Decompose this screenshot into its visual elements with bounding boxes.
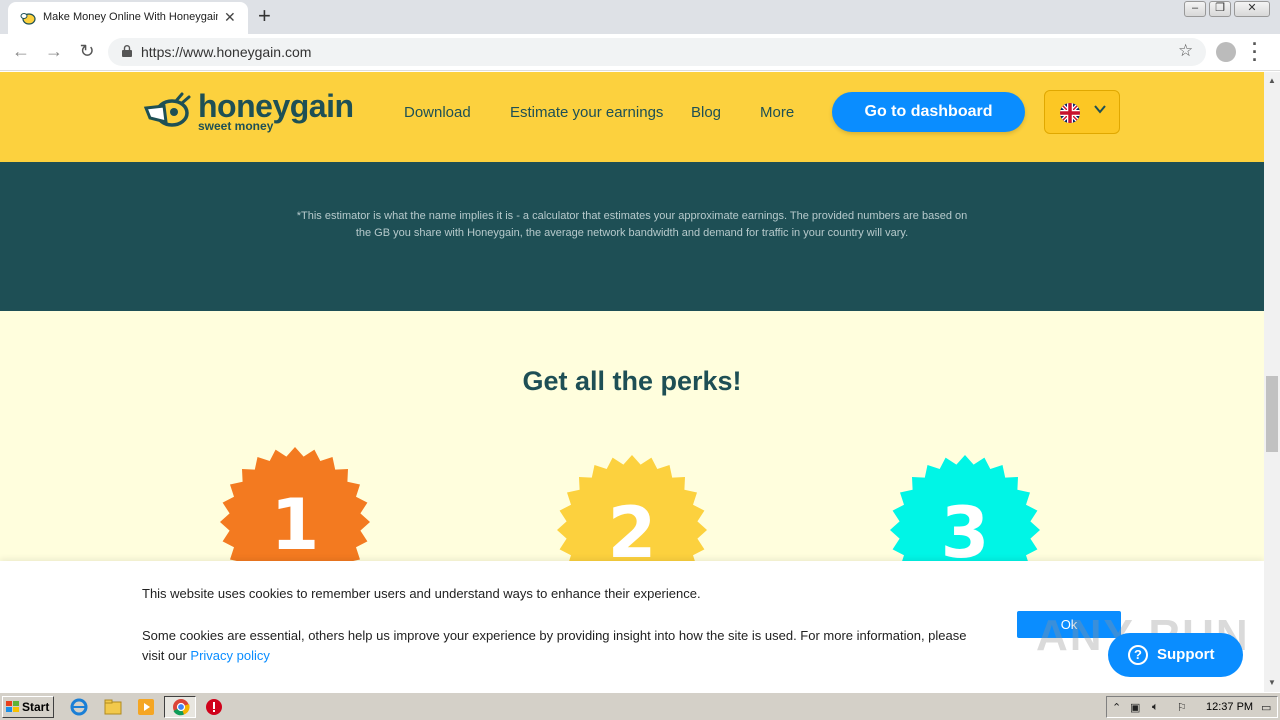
scroll-up-arrow-icon[interactable]: ▲ [1268,76,1276,85]
uk-flag-icon [1060,103,1080,123]
support-label: Support [1157,646,1215,663]
scroll-thumb[interactable] [1266,376,1278,452]
page-viewport: honeygain sweet money Download Estimate … [0,72,1264,692]
cookie-text-details: Some cookies are essential, others help … [142,626,972,666]
scroll-down-arrow-icon[interactable]: ▼ [1268,678,1276,687]
url-text: https://www.honeygain.com [141,44,312,60]
profile-avatar-icon[interactable] [1216,42,1236,62]
start-label: Start [22,700,50,714]
forward-arrow-icon[interactable]: → [42,41,66,62]
cookie-text-intro: This website uses cookies to remember us… [142,586,701,601]
browser-tab-strip: Make Money Online With Honeygain ✕ + – ❐… [0,0,1280,34]
privacy-policy-link[interactable]: Privacy policy [190,648,269,663]
help-icon: ? [1128,645,1148,665]
browser-menu-icon[interactable]: · · · [1252,35,1258,69]
tray-expand-icon[interactable]: ⌃ [1112,701,1121,714]
start-button[interactable]: Start [2,696,54,718]
estimator-section: *This estimator is what the name implies… [0,162,1264,311]
chevron-down-icon [1094,105,1106,114]
windows-taskbar: Start ⌃ ▣ 🔈︎ ⚐ 12:37 PM ▭ [0,692,1280,720]
tab-close-icon[interactable]: ✕ [224,9,236,26]
action-center-flag-icon[interactable]: ⚐ [1177,701,1187,714]
perks-title: Get all the perks! [522,366,742,396]
bee-logo-icon[interactable] [142,92,192,130]
system-tray: ⌃ ▣ 🔈︎ ⚐ 12:37 PM ▭ [1106,696,1278,718]
windows-logo-icon [6,701,19,712]
chrome-taskbar-button[interactable] [164,696,196,718]
nav-more[interactable]: More [760,104,794,121]
new-tab-button[interactable]: + [258,4,271,28]
back-arrow-icon[interactable]: ← [9,41,33,62]
internet-explorer-icon[interactable] [70,698,88,716]
restore-icon[interactable]: ❐ [1209,1,1231,17]
page-scrollbar[interactable]: ▲ ▼ [1264,72,1280,692]
stop-sign-icon[interactable] [205,698,223,716]
nav-estimate-earnings[interactable]: Estimate your earnings [510,104,663,121]
close-window-icon[interactable]: ✕ [1234,1,1270,17]
media-player-icon[interactable] [137,698,155,716]
cookie-banner: This website uses cookies to remember us… [0,561,1264,692]
support-button[interactable]: ? Support [1108,633,1243,677]
browser-tab-active[interactable]: Make Money Online With Honeygain ✕ [8,2,248,34]
chrome-icon [173,699,190,716]
taskbar-clock: 12:37 PM [1206,701,1254,713]
nav-download[interactable]: Download [404,104,471,121]
show-desktop-icon[interactable]: ▭ [1261,701,1271,714]
address-bar[interactable]: https://www.honeygain.com ☆ [108,38,1206,66]
logo-tagline: sweet money [198,119,274,133]
reload-icon[interactable]: ↻ [75,41,99,62]
site-header: honeygain sweet money Download Estimate … [0,72,1264,162]
browser-toolbar: ← → ↻ https://www.honeygain.com ☆ [0,34,1280,71]
estimator-disclaimer: *This estimator is what the name implies… [296,210,968,239]
go-to-dashboard-button[interactable]: Go to dashboard [832,92,1025,132]
network-icon[interactable]: ▣ [1130,701,1140,714]
bookmark-star-icon[interactable]: ☆ [1178,41,1193,61]
tab-title: Make Money Online With Honeygain [43,11,218,23]
minimize-icon[interactable]: – [1184,1,1206,17]
honeygain-favicon-icon [20,13,36,25]
nav-blog[interactable]: Blog [691,104,721,121]
lock-icon [122,45,132,57]
language-selector[interactable] [1044,90,1120,134]
perk-number-1: 1 [271,484,320,566]
file-explorer-icon[interactable] [104,698,122,716]
volume-icon[interactable]: 🔈︎ [1152,701,1159,714]
